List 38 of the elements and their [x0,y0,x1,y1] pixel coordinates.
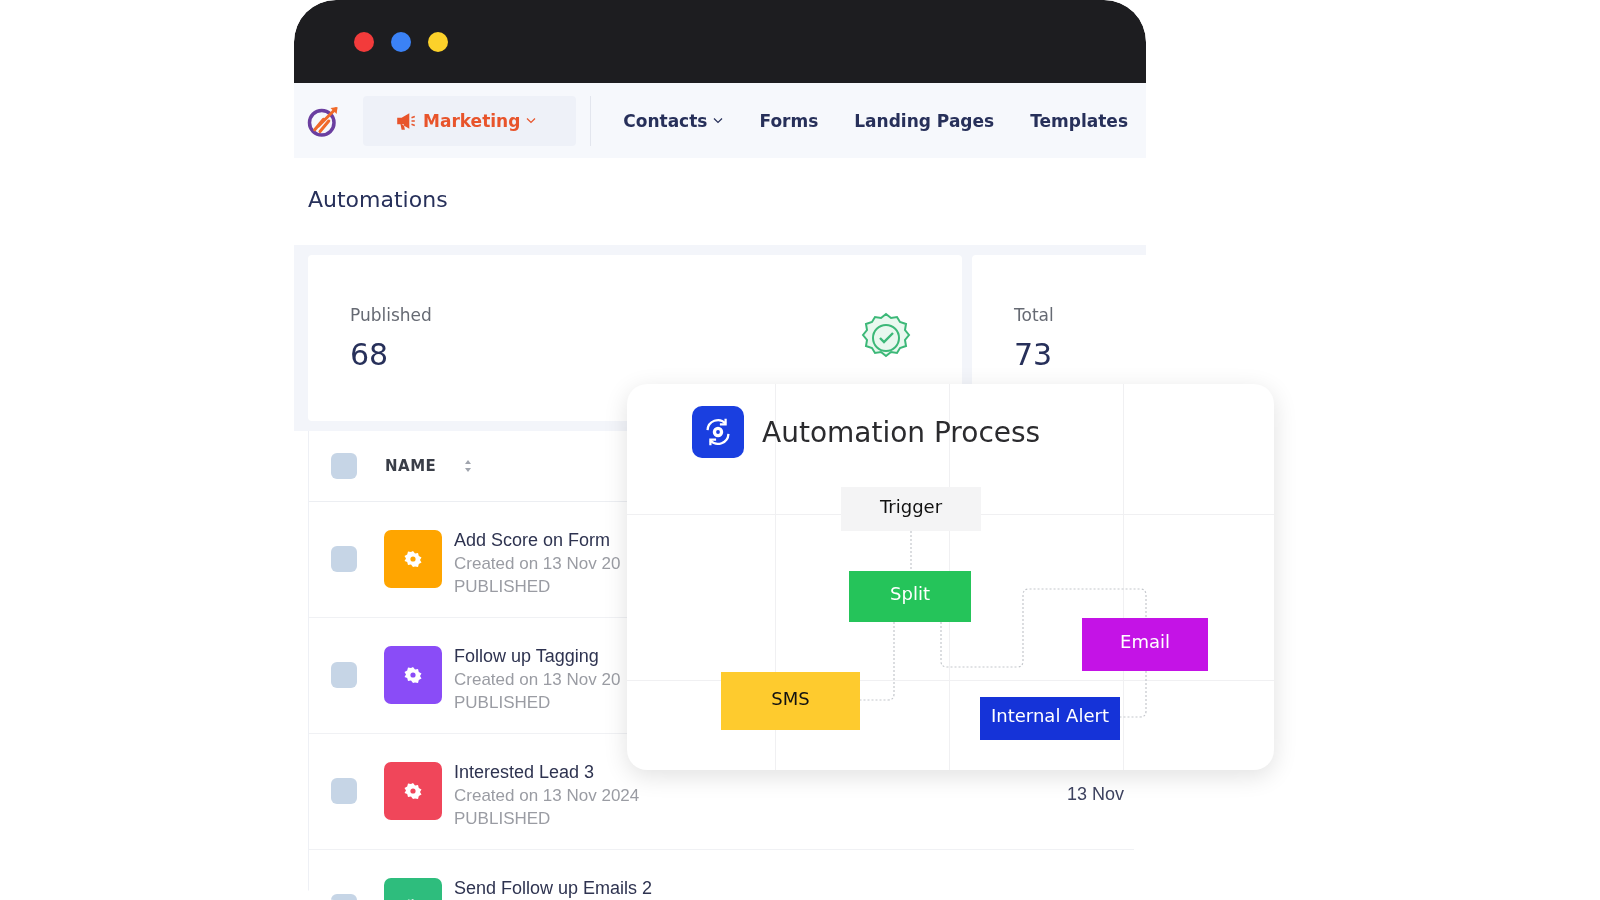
status-text: PUBLISHED [454,577,552,597]
date-cell: 13 Nov [1066,784,1124,805]
created-date: Created on 13 Nov 2024 [454,786,640,806]
process-title: Automation Process [762,415,1041,449]
dot-icon[interactable] [391,31,411,52]
automation-name[interactable]: Follow up Tagging [454,646,621,667]
automation-name[interactable]: Add Score on Form [454,530,621,551]
nav-tab[interactable]: Templates [1012,100,1146,141]
row-checkbox[interactable] [331,778,357,804]
flow-node: SMS [721,672,860,730]
connector-line [1119,670,1147,718]
stat-value: 73 [1014,336,1054,372]
created-date: Created on 13 Nov 20 [454,670,621,690]
status-text: PUBLISHED [454,693,552,713]
nav-tab[interactable]: Contacts [605,100,742,141]
stat-label: Total [1014,304,1054,325]
stat-label: Published [350,304,432,325]
sync-gear-icon [692,406,744,458]
nav-tab[interactable]: Forms [741,100,837,141]
automation-name[interactable]: Interested Lead 3 [454,762,640,783]
created-date: Created on 13 Nov 20 [454,554,621,574]
row-checkbox[interactable] [331,546,357,572]
page-title: Automations [308,186,449,214]
connector-line [910,530,912,572]
automation-name[interactable]: Send Follow up Emails 2 [454,878,653,899]
stat-value: 68 [350,336,390,372]
sort-icon[interactable] [464,459,473,473]
flow-node: Email [1082,618,1208,671]
flow-node: Trigger [841,487,981,531]
flow-node: Internal Alert [980,697,1120,740]
status-text: PUBLISHED [454,809,552,829]
close-dot-icon[interactable] [354,31,374,52]
column-header: NAME [385,457,437,475]
nav-tab[interactable]: Landing Pages [836,100,1013,141]
flow-node: Split [849,571,971,622]
dot-icon[interactable] [428,31,448,52]
row-checkbox[interactable] [331,662,357,688]
select-all-checkbox[interactable] [331,453,357,479]
